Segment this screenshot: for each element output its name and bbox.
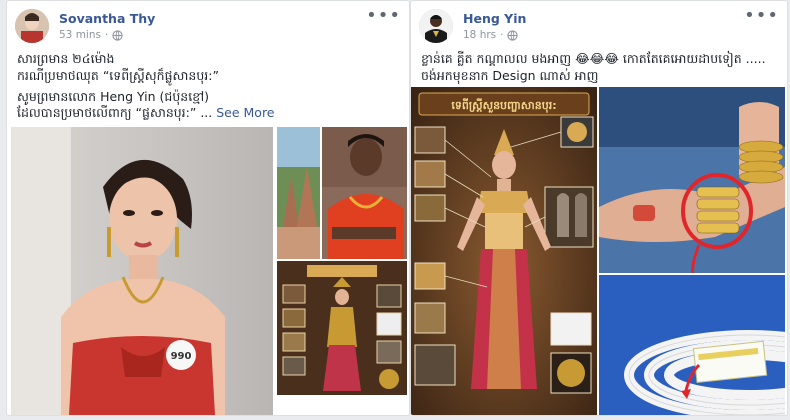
photo-hose-closeup[interactable] <box>599 275 785 415</box>
author-name[interactable]: Sovantha Thy <box>59 11 155 26</box>
post-meta: 18 hrs · <box>463 29 519 41</box>
globe-icon <box>507 29 519 41</box>
avatar[interactable] <box>419 9 453 43</box>
more-options-icon[interactable]: ••• <box>366 5 401 26</box>
photo-bracelet-closeup[interactable] <box>599 87 785 273</box>
photo-poster[interactable]: ទេពីស្រ្តីសួនបញ្ចាសានបុរ: <box>411 87 597 415</box>
timestamp[interactable]: 18 hrs <box>463 29 496 41</box>
post-heng-yin: Heng Yin 18 hrs · ••• ខ្លាន់គេ គ្លីត កណ្… <box>410 0 788 416</box>
post-meta: 53 mins · <box>59 29 123 41</box>
author-name[interactable]: Heng Yin <box>463 11 526 26</box>
timestamp[interactable]: 53 mins <box>59 29 101 41</box>
poster-title: ទេពីស្រ្តីសួនបញ្ចាសានបុរ: <box>451 98 556 113</box>
avatar[interactable] <box>15 9 49 43</box>
post-text-line: ករណីប្រមាថឈុត “ទេពីស្រ្តីសុក៏ផ្លូសានបុរ:… <box>17 68 219 83</box>
more-options-icon[interactable]: ••• <box>744 5 779 26</box>
post-text-line: ចង់អកមុខនាក Design ណាស់ អាញ <box>421 68 599 83</box>
photo-poster-thumbnail[interactable] <box>277 261 407 395</box>
photo-man[interactable] <box>322 127 407 259</box>
post-header: Heng Yin 18 hrs · ••• <box>419 5 779 45</box>
post-text-fragment: ដែលបានប្រមាថលើពាក្យ “ផ្លសានបុរ:” ... <box>17 105 213 120</box>
post-header: Sovantha Thy 53 mins · ••• <box>15 5 401 45</box>
globe-icon <box>112 29 123 41</box>
badge-number: 990 <box>171 351 192 362</box>
post-sovantha-thy: Sovantha Thy 53 mins · ••• សារព្រមាន ២៤ម… <box>6 0 410 416</box>
photo-temple[interactable] <box>277 127 320 259</box>
see-more-link[interactable]: See More <box>216 105 274 120</box>
photo-main[interactable]: 990 <box>11 127 273 415</box>
post-text-line: ដែលបានប្រមាថលើពាក្យ “ផ្លសានបុរ:” ... See… <box>17 105 275 124</box>
